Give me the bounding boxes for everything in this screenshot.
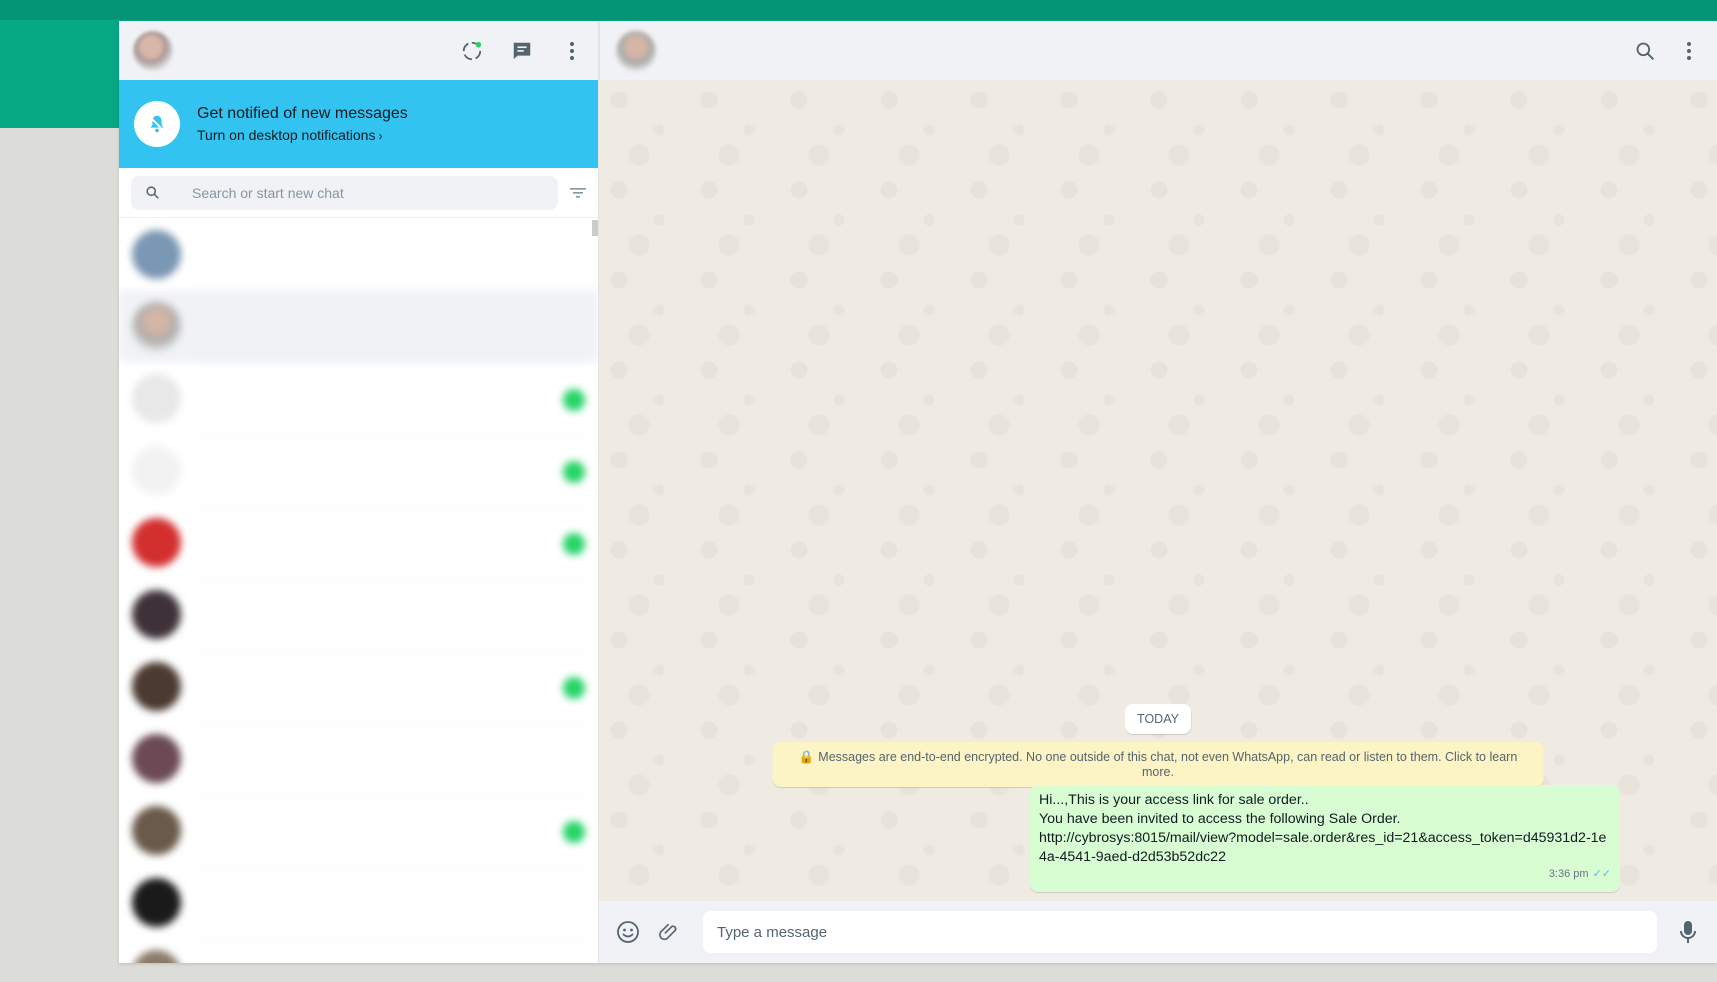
notification-banner[interactable]: Get notified of new messages Turn on des…	[119, 80, 598, 168]
chevron-right-icon: ›	[378, 129, 383, 143]
date-divider: TODAY	[1125, 704, 1191, 734]
read-ticks-icon: ✓✓	[1592, 868, 1611, 880]
conversation-header[interactable]	[599, 21, 1717, 80]
list-item[interactable]	[119, 794, 598, 867]
search-icon[interactable]	[1633, 39, 1657, 63]
unread-badge	[563, 820, 585, 843]
list-item[interactable]	[119, 650, 598, 723]
emoji-icon[interactable]	[615, 919, 641, 945]
list-item[interactable]	[119, 290, 598, 363]
enable-notifications-link[interactable]: Turn on desktop notifications ›	[197, 127, 408, 143]
avatar	[132, 589, 181, 639]
list-item[interactable]	[119, 362, 598, 435]
avatar	[132, 517, 181, 567]
search-icon	[145, 185, 160, 200]
avatar	[132, 733, 181, 783]
my-avatar[interactable]	[133, 30, 173, 71]
avatar	[132, 445, 181, 495]
unread-badge	[563, 388, 585, 411]
unread-badge	[563, 676, 585, 699]
list-item[interactable]	[119, 434, 598, 507]
avatar	[132, 373, 181, 423]
contact-name[interactable]	[672, 42, 676, 60]
top-background-line	[0, 0, 1717, 20]
new-chat-icon[interactable]	[510, 39, 534, 63]
list-item[interactable]	[119, 218, 598, 291]
avatar	[132, 301, 181, 351]
encryption-notice[interactable]: 🔒 Messages are end-to-end encrypted. No o…	[772, 742, 1544, 787]
message-line: You have been invited to access the foll…	[1039, 811, 1401, 827]
outgoing-message[interactable]: Hi...,This is your access link for sale …	[1030, 785, 1620, 892]
unread-badge	[563, 532, 585, 555]
message-time: 3:36 pm	[1548, 868, 1589, 880]
list-item[interactable]	[119, 722, 598, 795]
avatar	[132, 661, 181, 711]
contact-avatar[interactable]	[616, 30, 656, 71]
message-input-box[interactable]	[703, 911, 1657, 953]
message-link[interactable]: http://cybrosys:8015/mail/view?model=sal…	[1039, 829, 1611, 867]
message-input[interactable]	[715, 922, 1645, 942]
message-area: TODAY 🔒 Messages are end-to-end encrypted…	[599, 80, 1717, 901]
search-row	[119, 168, 598, 218]
list-item[interactable]	[119, 866, 598, 939]
avatar	[132, 805, 181, 855]
mic-icon[interactable]	[1675, 919, 1701, 945]
message-line: Hi...,This is your access link for sale …	[1039, 792, 1309, 808]
menu-icon[interactable]	[1677, 39, 1701, 63]
sidebar: Get notified of new messages Turn on des…	[119, 21, 599, 963]
notification-link-label: Turn on desktop notifications	[197, 127, 376, 143]
avatar	[132, 949, 181, 963]
conversation-pane: TODAY 🔒 Messages are end-to-end encrypted…	[599, 21, 1717, 963]
notification-title: Get notified of new messages	[197, 105, 408, 122]
filter-icon[interactable]	[570, 186, 586, 200]
avatar	[132, 877, 181, 927]
message-meta: 3:36 pm ✓✓	[1039, 865, 1611, 884]
encryption-notice-text: Messages are end-to-end encrypted. No on…	[818, 750, 1518, 779]
chat-list	[119, 218, 598, 963]
attach-icon[interactable]	[656, 919, 682, 945]
composer	[599, 901, 1717, 963]
search-box[interactable]	[131, 175, 558, 210]
whatsapp-app: Get notified of new messages Turn on des…	[119, 21, 1717, 963]
search-input[interactable]	[190, 183, 494, 202]
unread-badge	[563, 460, 585, 483]
sidebar-header	[119, 21, 598, 80]
menu-icon[interactable]	[560, 39, 584, 63]
list-item[interactable]	[119, 938, 598, 963]
bell-off-icon	[134, 101, 180, 147]
list-item[interactable]	[119, 578, 598, 651]
avatar	[132, 229, 181, 279]
list-item[interactable]	[119, 506, 598, 579]
lock-icon: 🔒	[798, 750, 815, 764]
status-icon[interactable]	[460, 39, 484, 63]
